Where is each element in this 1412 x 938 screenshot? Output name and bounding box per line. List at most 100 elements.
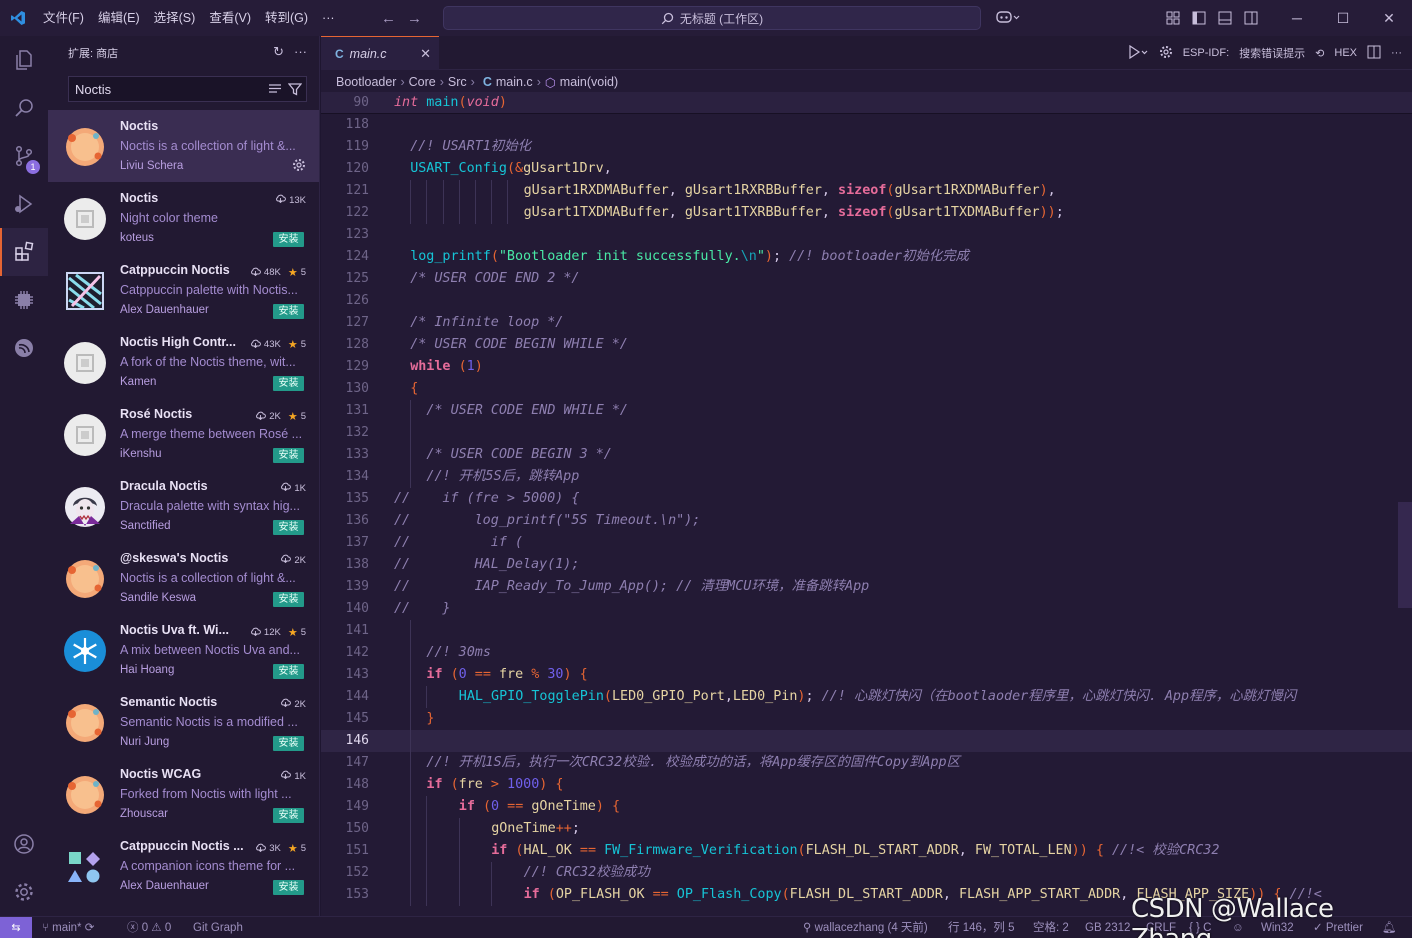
extensions-icon[interactable] — [0, 228, 48, 276]
code-line[interactable]: 131 /* USER CODE END WHILE */ — [321, 400, 1412, 422]
account-icon[interactable] — [0, 820, 48, 868]
install-button[interactable]: 安装 — [273, 808, 304, 823]
extension-item[interactable]: Noctis High Contr... 43K ★ 5 A fork of the N… — [48, 326, 319, 398]
extension-publisher[interactable]: Sanctified — [120, 520, 171, 532]
extension-search-input[interactable]: Noctis — [68, 76, 307, 102]
code-line[interactable]: 139 // IAP_Ready_To_Jump_App(); // 清理MCU环… — [321, 576, 1412, 598]
close-window-icon[interactable]: ✕ — [1366, 0, 1412, 36]
code-line[interactable]: 133 /* USER CODE BEGIN 3 */ — [321, 444, 1412, 466]
code-line[interactable]: 141 — [321, 620, 1412, 642]
breadcrumb-item[interactable]: main(void) — [560, 75, 618, 89]
code-line[interactable]: 120 USART_Config(&gUsart1Drv, — [321, 158, 1412, 180]
run-dropdown-icon[interactable] — [1127, 44, 1149, 62]
manage-gear-icon[interactable] — [292, 158, 306, 175]
code-line[interactable]: 132 — [321, 422, 1412, 444]
code-line[interactable]: 122 gUsart1TXDMABuffer, gUsart1TXRBBuffer… — [321, 202, 1412, 224]
command-center[interactable]: 无标题 (工作区) — [443, 6, 981, 30]
code-line[interactable]: 128 /* USER CODE BEGIN WHILE */ — [321, 334, 1412, 356]
sticky-scroll-line[interactable]: 90 int main(void) — [321, 92, 1412, 114]
code-line[interactable]: 130 { — [321, 378, 1412, 400]
extension-publisher[interactable]: iKenshu — [120, 448, 162, 460]
copilot-icon[interactable] — [996, 9, 1020, 28]
search-icon[interactable] — [0, 84, 48, 132]
run-debug-icon[interactable] — [0, 180, 48, 228]
install-button[interactable]: 安装 — [273, 664, 304, 679]
menu-file[interactable]: 文件(F) — [36, 0, 91, 36]
install-button[interactable]: 安装 — [273, 304, 304, 319]
install-button[interactable]: 安装 — [273, 376, 304, 391]
code-line[interactable]: 123 — [321, 224, 1412, 246]
extension-item[interactable]: @skeswa's Noctis 2K Noctis is a collection… — [48, 542, 319, 614]
forward-arrow-icon[interactable]: → — [402, 10, 428, 27]
extension-item[interactable]: Catppuccin Noctis 48K ★ 5 Catppuccin palette… — [48, 254, 319, 326]
clear-filter-icon[interactable] — [268, 82, 282, 99]
toggle-secondary-sidebar-icon[interactable] — [1238, 0, 1264, 36]
menu-selection[interactable]: 选择(S) — [147, 0, 203, 36]
code-line[interactable]: 149 if (0 == gOneTime) { — [321, 796, 1412, 818]
extension-item[interactable]: Noctis Uva ft. Wi... 12K ★ 5 A mix between N… — [48, 614, 319, 686]
code-line[interactable]: 147 //! 开机1S后，执行一次CRC32校验. 校验成功的话，将App缓存区… — [321, 752, 1412, 774]
code-line[interactable]: 119 //! USART1初始化 — [321, 136, 1412, 158]
scrollbar-slider[interactable] — [1398, 502, 1412, 608]
refresh-icon[interactable]: ↻ — [273, 44, 284, 60]
breadcrumb-item[interactable]: main.c — [496, 75, 533, 89]
code-line[interactable]: 148 if (fre > 1000) { — [321, 774, 1412, 796]
hex-label[interactable]: HEX — [1334, 47, 1357, 59]
explorer-icon[interactable] — [0, 36, 48, 84]
extension-publisher[interactable]: koteus — [120, 232, 154, 244]
encoding-status[interactable]: GB 2312 — [1085, 917, 1130, 938]
indentation-status[interactable]: 空格: 2 — [1033, 917, 1069, 938]
code-line[interactable]: 126 — [321, 290, 1412, 312]
code-line[interactable]: 121 gUsart1RXDMABuffer, gUsart1RXRBBuffer… — [321, 180, 1412, 202]
cursor-position-status[interactable]: 行 146，列 5 — [948, 917, 1014, 938]
source-control-icon[interactable]: 1 — [0, 132, 48, 180]
install-button[interactable]: 安装 — [273, 736, 304, 751]
settings-gear-icon[interactable] — [0, 868, 48, 916]
code-line[interactable]: 152 //! CRC32校验成功 — [321, 862, 1412, 884]
extension-item[interactable]: Semantic Noctis 2K Semantic Noctis is a mo… — [48, 686, 319, 758]
code-line[interactable]: 140 // } — [321, 598, 1412, 620]
code-line[interactable]: 137 // if ( — [321, 532, 1412, 554]
menu-edit[interactable]: 编辑(E) — [91, 0, 147, 36]
extension-item[interactable]: Noctis Noctis is a collection of light &.… — [48, 110, 319, 182]
code-line[interactable]: 151 if (HAL_OK == FW_Firmware_Verificatio… — [321, 840, 1412, 862]
back-arrow-icon[interactable]: ← — [376, 10, 402, 27]
split-editor-icon[interactable] — [1367, 45, 1381, 62]
esp-settings-gear-icon[interactable] — [1159, 45, 1173, 62]
customize-layout-icon[interactable] — [1160, 0, 1186, 36]
extension-publisher[interactable]: Sandile Keswa — [120, 592, 196, 604]
code-line[interactable]: 138 // HAL_Delay(1); — [321, 554, 1412, 576]
menu-go[interactable]: 转到(G) — [258, 0, 315, 36]
extension-item[interactable]: Catppuccin Noctis ... 3K ★ 5 A companion ico… — [48, 830, 319, 902]
problems-status[interactable]: ⓧ 0 ⚠ 0 — [127, 917, 171, 938]
extension-item[interactable]: Noctis WCAG 1K Forked from Noctis with lig… — [48, 758, 319, 830]
extension-publisher[interactable]: Kamen — [120, 376, 156, 388]
code-line[interactable]: 150 gOneTime++; — [321, 818, 1412, 840]
code-line[interactable]: 127 /* Infinite loop */ — [321, 312, 1412, 334]
code-line[interactable]: 129 while (1) — [321, 356, 1412, 378]
git-graph-status[interactable]: Git Graph — [193, 917, 243, 938]
breadcrumb-item[interactable]: Bootloader — [336, 75, 396, 89]
breadcrumb-item[interactable]: Core — [409, 75, 436, 89]
tab-main-c[interactable]: C main.c ✕ — [321, 36, 439, 70]
espressif-icon[interactable] — [0, 324, 48, 372]
code-line[interactable]: 142 //! 30ms — [321, 642, 1412, 664]
install-button[interactable]: 安装 — [273, 232, 304, 247]
extension-publisher[interactable]: Alex Dauenhauer — [120, 880, 209, 892]
code-line[interactable]: 125 /* USER CODE END 2 */ — [321, 268, 1412, 290]
history-icon[interactable]: ⟲ — [1315, 47, 1324, 60]
extension-publisher[interactable]: Nuri Jung — [120, 736, 169, 748]
code-line[interactable]: 136 // log_printf("5S Timeout.\n"); — [321, 510, 1412, 532]
install-button[interactable]: 安装 — [273, 520, 304, 535]
code-line[interactable]: 124 log_printf("Bootloader init successfu… — [321, 246, 1412, 268]
code-line[interactable]: 144 HAL_GPIO_TogglePin(LED0_GPIO_Port,LED… — [321, 686, 1412, 708]
branch-status[interactable]: ⑂ main* ⟳ — [42, 917, 94, 938]
extension-publisher[interactable]: Hai Hoang — [120, 664, 174, 676]
chip-icon[interactable] — [0, 276, 48, 324]
extension-publisher[interactable]: Alex Dauenhauer — [120, 304, 209, 316]
code-line[interactable]: 134 //! 开机5S后，跳转App — [321, 466, 1412, 488]
install-button[interactable]: 安装 — [273, 592, 304, 607]
code-line[interactable]: 135 // if (fre > 5000) { — [321, 488, 1412, 510]
extension-publisher[interactable]: Zhouscar — [120, 808, 168, 820]
extension-item[interactable]: Noctis 13K Night color theme koteus 安装 — [48, 182, 319, 254]
